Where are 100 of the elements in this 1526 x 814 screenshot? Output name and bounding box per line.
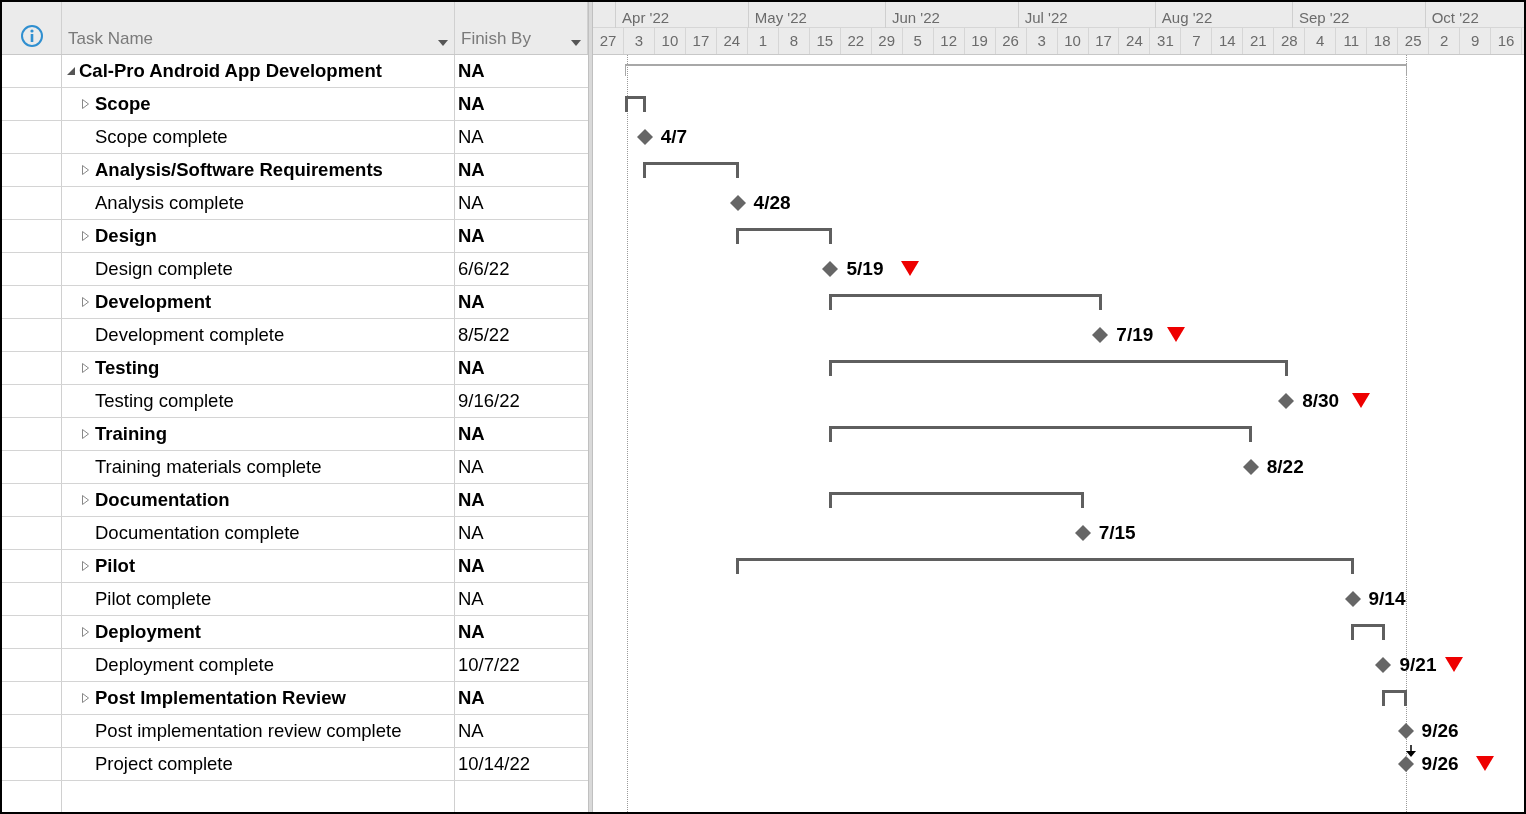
- finish-by-cell-text: NA: [458, 521, 484, 546]
- finish-by-cell-text: NA: [458, 92, 485, 117]
- finish-by-cell-text: 10/7/22: [458, 653, 520, 678]
- expand-arrow-icon[interactable]: [82, 627, 89, 637]
- expand-arrow-icon[interactable]: [82, 297, 89, 307]
- task-name: Pilot: [95, 554, 136, 579]
- milestone-date-label: 9/26: [1421, 752, 1459, 776]
- week-label: 8: [789, 30, 798, 51]
- milestone-date-label: 9/26: [1421, 719, 1459, 743]
- week-label: 21: [1250, 30, 1267, 51]
- milestone-diamond: [1397, 756, 1414, 772]
- finish-by-cell-text: NA: [458, 224, 485, 249]
- week-label: 3: [1037, 30, 1046, 51]
- finish-by-cell-text: NA: [458, 554, 485, 579]
- week-label: 1: [758, 30, 767, 51]
- deadline-marker: [1166, 327, 1185, 342]
- task-name: Project complete: [95, 752, 233, 777]
- milestone-diamond: [1397, 723, 1414, 739]
- finish-by-cell-text: NA: [458, 686, 485, 711]
- week-label: 24: [1126, 30, 1143, 51]
- finish-by-cell-text: NA: [458, 191, 484, 216]
- finish-by-cell-text: 10/14/22: [458, 752, 530, 777]
- milestone-date-label: 9/14: [1368, 587, 1406, 611]
- milestone-date-label: 8/30: [1302, 389, 1340, 413]
- deadline-marker: [901, 261, 920, 276]
- dropdown-arrow-icon: [571, 40, 581, 46]
- week-label: 4: [1316, 30, 1325, 51]
- expand-arrow-icon[interactable]: [82, 429, 89, 439]
- expand-arrow-icon[interactable]: [82, 495, 89, 505]
- task-name: Analysis/Software Requirements: [95, 158, 383, 183]
- milestone-diamond: [729, 195, 746, 211]
- milestone-date-label: 4/7: [660, 125, 688, 149]
- week-label: 3: [634, 30, 644, 51]
- week-label: 5: [913, 30, 922, 51]
- info-icon: [19, 24, 44, 48]
- week-label: 26: [1002, 30, 1019, 51]
- week-label: 24: [723, 30, 741, 51]
- task-name: Analysis complete: [95, 191, 245, 216]
- week-label: 22: [847, 30, 865, 51]
- week-label: 31: [1157, 30, 1174, 51]
- week-label: 17: [692, 30, 710, 51]
- week-label: 15: [816, 30, 834, 51]
- expand-arrow-icon[interactable]: [82, 561, 89, 571]
- task-name: Deployment complete: [95, 653, 274, 678]
- task-name: Documentation: [95, 488, 230, 513]
- week-label: 18: [1373, 30, 1391, 51]
- week-label: 16: [1497, 30, 1515, 51]
- week-label: 12: [940, 30, 957, 51]
- milestone-diamond: [1278, 393, 1295, 409]
- milestone-diamond: [1375, 657, 1392, 673]
- expand-arrow-icon[interactable]: [82, 165, 89, 175]
- month-label: Jun '22: [884, 2, 940, 28]
- task-name: Design: [95, 224, 157, 249]
- milestone-diamond: [1074, 525, 1091, 541]
- finish-by-cell-text: NA: [458, 158, 485, 183]
- finish-by-cell-text: NA: [458, 59, 485, 84]
- summary-bar: [1381, 690, 1408, 706]
- expand-arrow-icon[interactable]: [82, 99, 89, 109]
- expand-arrow-icon[interactable]: [82, 693, 89, 703]
- week-label: 17: [1095, 30, 1112, 51]
- finish-by-cell-text: NA: [458, 125, 484, 150]
- week-label: 28: [1280, 30, 1298, 51]
- task-name: Post Implementation Review: [95, 686, 346, 711]
- milestone-date-label: 7/19: [1116, 323, 1154, 347]
- collapse-arrow-icon[interactable]: [67, 67, 75, 75]
- task-name: Documentation complete: [95, 521, 300, 546]
- expand-arrow-icon[interactable]: [82, 363, 89, 373]
- finish-by-cell-text: NA: [458, 488, 485, 513]
- task-name: Scope: [95, 92, 151, 117]
- milestone-diamond: [1344, 591, 1361, 607]
- milestone-diamond: [1092, 327, 1109, 343]
- week-label: 27: [599, 30, 617, 51]
- week-label: 10: [1064, 30, 1081, 51]
- week-label: 9: [1470, 30, 1480, 51]
- finish-by-cell-text: NA: [458, 290, 485, 315]
- expand-arrow-icon[interactable]: [82, 231, 89, 241]
- task-name: Development complete: [95, 323, 285, 348]
- task-name: Pilot complete: [95, 587, 212, 612]
- deadline-marker: [1352, 393, 1371, 408]
- finish-by-cell-text: NA: [458, 455, 484, 480]
- task-name: Design complete: [95, 257, 233, 282]
- deadline-marker: [1476, 756, 1495, 771]
- column-header[interactable]: Task Name: [62, 2, 455, 54]
- month-label: Sep '22: [1292, 2, 1350, 28]
- month-label: Aug '22: [1154, 2, 1213, 28]
- milestone-date-label: 4/28: [753, 191, 791, 215]
- milestone-date-label: 5/19: [846, 257, 884, 281]
- milestone-date-label: 8/22: [1266, 455, 1304, 479]
- summary-bar: [625, 96, 647, 112]
- month-label: Jul '22: [1017, 2, 1068, 28]
- milestone-diamond: [822, 261, 839, 277]
- finish-by-cell-text: NA: [458, 422, 485, 447]
- month-label: Apr '22: [615, 2, 670, 28]
- week-label: 25: [1404, 30, 1422, 51]
- task-name: Deployment: [95, 620, 201, 645]
- task-name: Training materials complete: [95, 455, 322, 480]
- month-label: May '22: [747, 2, 807, 28]
- finish-by-cell-text: NA: [458, 356, 485, 381]
- task-name: Cal-Pro Android App Development: [79, 59, 382, 84]
- milestone-date-label: 9/21: [1399, 653, 1437, 677]
